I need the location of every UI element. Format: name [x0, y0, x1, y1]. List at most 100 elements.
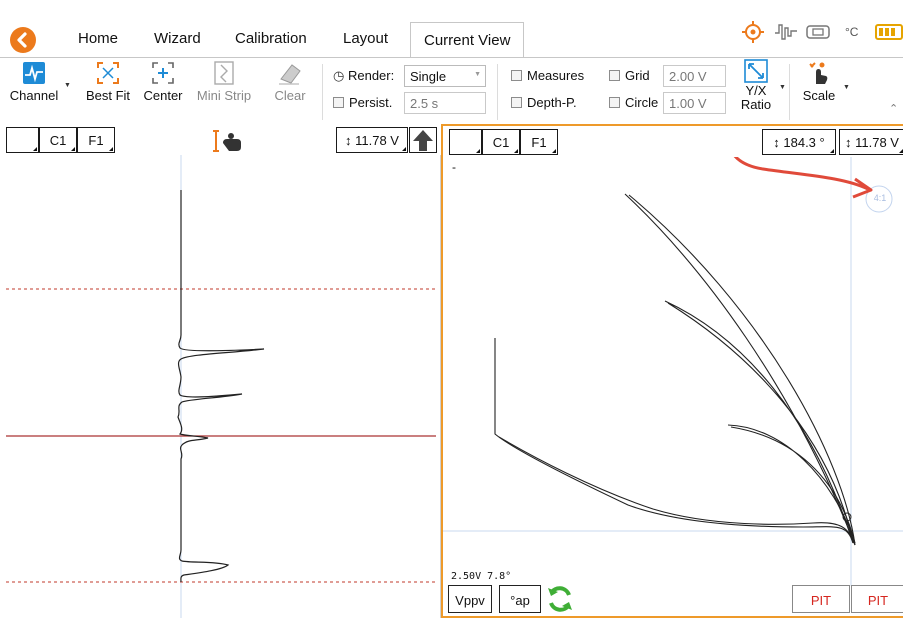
angle-mode-button[interactable]: °ap — [499, 585, 541, 613]
tab-current-view[interactable]: Current View — [410, 22, 525, 59]
tab-calibration[interactable]: Calibration — [235, 30, 307, 47]
temperature-unit: °C — [845, 25, 859, 39]
plane-readout: 2.50V 7.8° — [451, 571, 512, 582]
plane-channel-select[interactable]: C1 — [482, 129, 520, 155]
plane-top-left-mark: - — [452, 160, 456, 174]
pit-button-2[interactable]: PIT — [851, 585, 903, 613]
measures-label: Measures — [527, 68, 585, 83]
strip-signal-trace — [177, 190, 265, 583]
pit-button-1[interactable]: PIT — [792, 585, 850, 613]
lissajous-trace — [664, 300, 854, 544]
plane-corner-menu[interactable] — [449, 129, 482, 155]
best-fit-button[interactable]: Best Fit — [80, 60, 136, 103]
resize-diagonal-icon — [744, 59, 768, 83]
grid-checkbox[interactable] — [609, 70, 620, 81]
yx-ratio-label-bottom: Ratio — [740, 97, 772, 112]
collapse-ribbon-icon[interactable]: ⌃ — [889, 102, 898, 115]
render-value: Single — [410, 69, 447, 84]
ribbon-separator — [789, 64, 790, 120]
tab-wizard[interactable]: Wizard — [154, 30, 201, 47]
strip-cursor-tool-icon[interactable] — [209, 129, 245, 156]
center-label: Center — [143, 88, 183, 103]
temperature-icon: °C — [845, 25, 858, 39]
touch-scale-icon — [809, 62, 828, 84]
ratio-badge[interactable]: 4:1 — [868, 193, 892, 203]
plane-voltage-field[interactable]: ↕ 11.78 V — [839, 129, 903, 155]
pit-label-1: PIT — [810, 593, 832, 608]
scale-label: Scale — [802, 88, 836, 103]
persist-option[interactable]: Persist. — [333, 95, 392, 110]
measures-checkbox[interactable] — [511, 70, 522, 81]
measures-option[interactable]: Measures — [511, 68, 584, 83]
scale-button[interactable]: Scale — [798, 60, 840, 103]
eraser-icon — [279, 64, 301, 85]
plane-filter-select[interactable]: F1 — [520, 129, 558, 155]
mini-strip-icon — [214, 61, 234, 85]
scale-dropdown-icon[interactable]: ▼ — [843, 84, 850, 91]
render-label: Render: — [347, 68, 395, 83]
plane-angle-value: ↕ 184.3 ° — [773, 135, 825, 150]
channel-dropdown-icon[interactable]: ▼ — [64, 82, 71, 89]
vppv-label: Vppv — [455, 593, 485, 608]
circle-field[interactable]: 1.00 V — [663, 92, 726, 114]
tab-bar: Home Wizard Calibration Layout Current V… — [0, 0, 903, 59]
center-icon — [152, 62, 174, 84]
clear-button[interactable]: Clear — [268, 60, 312, 103]
scroll-up-arrow-icon[interactable] — [409, 127, 437, 153]
channel-button[interactable]: Channel — [6, 60, 62, 103]
center-button[interactable]: Center — [140, 60, 186, 103]
strip-corner-menu[interactable] — [6, 127, 39, 153]
yx-ratio-dropdown-icon[interactable]: ▼ — [779, 84, 786, 91]
tab-home[interactable]: Home — [78, 30, 118, 47]
lissajous-traces — [494, 193, 856, 546]
depth-option[interactable]: Depth-P. — [511, 95, 577, 110]
strip-filter-select[interactable]: F1 — [77, 127, 115, 153]
impedance-plane-plot — [443, 157, 903, 586]
render-select[interactable]: Single ▼ — [404, 65, 486, 87]
persist-label: Persist. — [349, 95, 393, 110]
channel-icon — [23, 62, 45, 84]
ribbon-toolbar: Channel ▼ Best Fit Center Mini Strip Cle… — [0, 57, 903, 123]
render-option: ◷ Render: — [333, 68, 394, 84]
strip-chart-plot — [6, 155, 436, 618]
depth-checkbox[interactable] — [511, 97, 522, 108]
plane-angle-field[interactable]: ↕ 184.3 ° — [762, 129, 836, 155]
tab-layout[interactable]: Layout — [343, 30, 388, 47]
signal-icon — [774, 20, 798, 42]
plane-channel-label: C1 — [492, 135, 510, 150]
lissajous-trace — [624, 193, 856, 546]
strip-chart-pane: C1 F1 ↕ 11.78 V — [0, 124, 441, 618]
ribbon-separator — [322, 64, 323, 120]
sync-refresh-icon[interactable] — [545, 584, 575, 614]
vppv-button[interactable]: Vppv — [448, 585, 492, 613]
plane-voltage-value: ↕ 11.78 V — [845, 135, 899, 150]
yx-ratio-button[interactable]: Y/X Ratio — [736, 59, 776, 111]
grid-field[interactable]: 2.00 V — [663, 65, 726, 87]
persist-field[interactable]: 2.5 s — [404, 92, 486, 114]
strip-filter-label: F1 — [88, 133, 104, 148]
clear-label: Clear — [274, 88, 306, 103]
back-icon[interactable] — [10, 27, 36, 53]
strip-channel-label: C1 — [49, 133, 67, 148]
plane-pane-header: C1 F1 ↕ 184.3 ° ↕ 11.78 V — [443, 126, 903, 157]
strip-voltage-field[interactable]: ↕ 11.78 V — [336, 127, 408, 153]
render-dropdown-icon: ▼ — [474, 71, 481, 78]
circle-checkbox[interactable] — [609, 97, 620, 108]
circle-label: Circle — [625, 95, 659, 110]
pit-label-2: PIT — [867, 593, 889, 608]
plane-filter-label: F1 — [531, 135, 547, 150]
clock-icon: ◷ — [333, 68, 345, 83]
yx-ratio-label-top: Y/X — [745, 83, 767, 98]
strip-channel-select[interactable]: C1 — [39, 127, 77, 153]
grid-option[interactable]: Grid — [609, 68, 650, 83]
lissajous-trace — [494, 338, 854, 544]
lissajous-trace — [498, 436, 856, 546]
angle-mode-label: °ap — [510, 593, 530, 608]
grid-label: Grid — [625, 68, 650, 83]
mini-strip-button[interactable]: Mini Strip — [193, 60, 255, 103]
persist-checkbox[interactable] — [333, 97, 344, 108]
circle-option[interactable]: Circle — [609, 95, 658, 110]
strip-voltage-value: ↕ 11.78 V — [345, 133, 399, 148]
ribbon-separator — [497, 64, 498, 120]
target-icon — [741, 20, 765, 43]
